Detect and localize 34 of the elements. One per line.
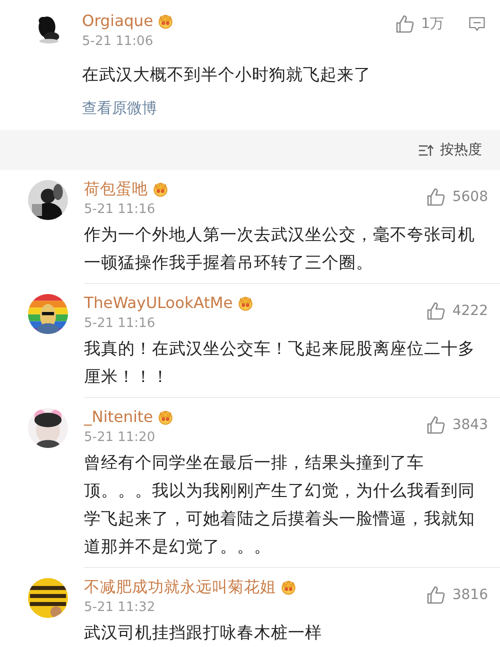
author-name[interactable]: 不减肥成功就永远叫菊花姐 (84, 576, 276, 598)
comment-time: 5-21 11:20 (84, 430, 156, 446)
comment-time: 5-21 11:16 (84, 202, 156, 218)
like-count: 4222 (452, 303, 488, 319)
comment-time: 5-21 11:16 (84, 316, 156, 332)
comment-text: 作为一个外地人第一次去武汉坐公交，毫不夸张司机一顿猛操作我手握着吊环转了三个圈。 (84, 224, 476, 274)
thumbs-up-icon[interactable] (426, 585, 446, 605)
like-count: 3843 (452, 417, 488, 433)
view-original-link[interactable]: 查看原微博 (82, 99, 486, 118)
sort-button[interactable]: 按热度 (418, 141, 482, 159)
like-count: 5608 (452, 189, 488, 205)
crown-badge-icon (236, 295, 254, 311)
comment-icon[interactable] (468, 15, 486, 33)
comment-text: 曾经有个同学坐在最后一排，结果头撞到了车顶。。。我以为我刚刚产生了幻觉，为什么我看到同学飞起来了，可她着陆之后摸着头一脸懵逼，我就知道那并不是幻觉了。。。 (84, 452, 476, 558)
crown-badge-icon (157, 13, 174, 29)
like-count: 1万 (421, 15, 444, 33)
thumbs-up-icon[interactable] (426, 187, 446, 207)
post-text: 在武汉大概不到半个小时狗就飞起来了 (82, 64, 372, 86)
thumbs-up-icon[interactable] (426, 415, 446, 435)
author-name[interactable]: Orgiaque (82, 10, 154, 32)
thumbs-up-icon[interactable] (395, 14, 416, 34)
sort-icon (418, 144, 434, 156)
thumbs-up-icon[interactable] (426, 301, 446, 321)
like-count: 3816 (452, 587, 488, 603)
crown-badge-icon (157, 409, 174, 425)
crown-badge-icon (152, 181, 169, 197)
comment-text: 我真的！在武汉坐公交车！飞起来屁股离座位二十多厘米！！！ (84, 338, 476, 388)
author-name[interactable]: _Nitenite (84, 406, 154, 428)
post-time: 5-21 11:06 (82, 34, 154, 50)
comment-time: 5-21 11:32 (84, 600, 156, 616)
comment-text: 武汉司机挂挡跟打咏春木桩一样 (84, 622, 323, 644)
author-name[interactable]: TheWayULookAtMe (84, 292, 233, 314)
author-name[interactable]: 荷包蛋吔 (84, 178, 148, 200)
crown-badge-icon (280, 579, 297, 595)
